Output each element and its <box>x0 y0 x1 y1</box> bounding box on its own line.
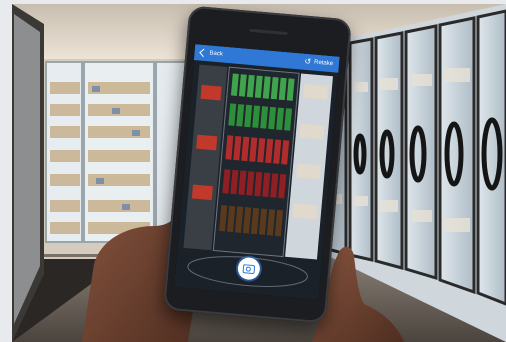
phone-screen: Back ↺ Retake <box>173 44 340 300</box>
back-label: Back <box>209 50 224 58</box>
left-cooler-doors <box>45 61 187 243</box>
camera-icon <box>242 263 255 274</box>
phone-speaker <box>249 28 288 36</box>
back-arrow-icon <box>199 48 208 58</box>
back-button[interactable]: Back <box>199 48 224 58</box>
retake-label: Retake <box>313 59 334 68</box>
retake-button[interactable]: ↺ Retake <box>304 56 334 68</box>
smartphone: Back ↺ Retake <box>163 5 352 324</box>
undo-icon: ↺ <box>304 56 312 67</box>
photo-frame: Back ↺ Retake <box>12 4 506 342</box>
